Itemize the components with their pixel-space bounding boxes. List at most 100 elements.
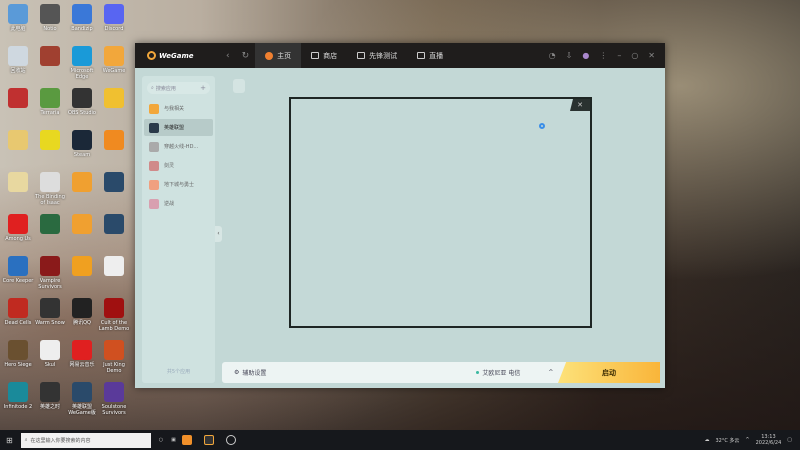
desktop-icon[interactable]: Notio — [34, 4, 66, 32]
sidebar-item[interactable]: 地下城与勇士 — [144, 176, 213, 193]
app-icon — [72, 4, 92, 24]
tab-live[interactable]: 直播 — [407, 43, 453, 68]
taskbar-app-1[interactable] — [181, 435, 192, 445]
app-icon — [72, 46, 92, 66]
app-icon — [40, 256, 60, 276]
close-button[interactable]: ✕ — [648, 51, 655, 60]
desktop-icon[interactable]: 腾讯QQ — [66, 298, 98, 326]
desktop-icon[interactable] — [98, 88, 130, 110]
desktop-icon[interactable]: 此电脑 — [2, 4, 34, 32]
assist-settings-button[interactable]: 辅助设置 — [242, 368, 266, 377]
app-icon — [104, 4, 124, 24]
desktop-icon[interactable]: Skul — [34, 340, 66, 368]
popup-close-button[interactable]: ✕ — [570, 99, 590, 111]
app-icon — [72, 172, 92, 192]
desktop-icon[interactable]: 回收站 — [2, 46, 34, 74]
desktop-icon[interactable]: Microsoft Edge — [66, 46, 98, 80]
search-input[interactable]: ⌕ 搜索应用 + — [147, 82, 210, 94]
desktop-icon[interactable] — [66, 256, 98, 278]
download-icon[interactable]: ⇩ — [566, 51, 573, 60]
sidebar-item[interactable]: 英雄联盟 — [144, 119, 213, 136]
desktop-icon[interactable]: 英雄之时 — [34, 382, 66, 410]
launch-bar: ⚙ 辅助设置 艾欧尼亚 电信 ^ 启动 — [222, 362, 660, 383]
desktop-icon[interactable]: Vampire Survivors — [34, 256, 66, 290]
sidebar-item[interactable]: 与我相关 — [144, 100, 213, 117]
game-icon — [149, 103, 159, 114]
desktop-icon[interactable]: Bandizip — [66, 4, 98, 32]
app-icon — [72, 88, 92, 108]
desktop-icon[interactable] — [66, 172, 98, 194]
desktop-icon[interactable] — [2, 130, 34, 152]
clock[interactable]: 13:13 2022/6/24 — [756, 434, 782, 446]
sidebar-item[interactable]: 剑灵 — [144, 157, 213, 174]
cortana-icon[interactable]: ○ — [159, 437, 163, 443]
desktop-icon[interactable] — [66, 214, 98, 236]
taskbar-search-input[interactable]: ⌕ 在这里输入你要搜索的内容 — [20, 432, 151, 448]
taskbar-wegame[interactable] — [203, 435, 214, 445]
app-icon — [40, 46, 60, 66]
desktop-icon[interactable]: Dead Cells — [2, 298, 34, 326]
maximize-button[interactable]: ○ — [631, 51, 638, 60]
desktop-icon[interactable]: Soulstone Survivors — [98, 382, 130, 416]
refresh-button[interactable]: ↻ — [236, 51, 256, 61]
chevron-up-icon[interactable]: ^ — [548, 369, 553, 376]
desktop-icon[interactable]: OBS Studio — [66, 88, 98, 116]
desktop-icon[interactable] — [98, 172, 130, 194]
desktop-icon[interactable] — [98, 214, 130, 236]
desktop-icon[interactable] — [34, 130, 66, 152]
desktop-icon[interactable]: Cult of the Lamb Demo — [98, 298, 130, 332]
notification-icon[interactable]: ▢ — [787, 437, 792, 443]
desktop-icon[interactable]: Warm Snow — [34, 298, 66, 326]
add-app-button[interactable]: + — [200, 84, 206, 92]
tab-home[interactable]: 主页 — [255, 43, 302, 68]
avatar[interactable]: ● — [582, 51, 589, 60]
desktop-icon[interactable]: Discord — [98, 4, 130, 32]
weather[interactable]: 32°C 多云 — [715, 437, 739, 444]
menu-icon[interactable]: ⋮ — [599, 51, 607, 60]
desktop-icon[interactable] — [2, 172, 34, 194]
desktop-icon[interactable]: Hero Siege — [2, 340, 34, 368]
windows-start-icon[interactable]: ⊞ — [6, 436, 13, 445]
app-icon — [72, 382, 92, 402]
desktop-icon[interactable] — [2, 88, 34, 110]
gear-icon[interactable]: ⚙ — [234, 369, 239, 376]
taskbar-obs[interactable] — [225, 435, 236, 445]
app-icon — [8, 4, 28, 24]
friends-icon[interactable]: ◔ — [549, 51, 556, 60]
app-icon — [72, 214, 92, 234]
desktop-icon[interactable]: Steam — [66, 130, 98, 158]
app-icon — [104, 88, 124, 108]
desktop-icon[interactable]: 网易云音乐 — [66, 340, 98, 368]
sidebar-item[interactable]: 逆战 — [144, 195, 213, 212]
launch-button[interactable]: 启动 — [558, 362, 660, 383]
desktop-icon[interactable]: 英雄联盟WeGame版 — [66, 382, 98, 416]
desktop-icon[interactable]: The Binding of Isaac — [34, 172, 66, 206]
task-view-icon[interactable]: ▣ — [171, 437, 176, 443]
sidebar-item[interactable]: 穿越火线-HD... — [144, 138, 213, 155]
desktop-icon[interactable]: Infinitode 2 — [2, 382, 34, 410]
desktop-icon[interactable] — [98, 130, 130, 152]
tab-store[interactable]: 商店 — [301, 43, 347, 68]
app-icon — [40, 130, 60, 150]
app-icon — [40, 298, 60, 318]
desktop-icon[interactable]: Just King Demo — [98, 340, 130, 374]
app-icon — [104, 298, 124, 318]
tab-beta[interactable]: 先锋测试 — [347, 43, 407, 68]
desktop-icon[interactable] — [98, 256, 130, 278]
minimize-button[interactable]: – — [617, 51, 621, 60]
server-select[interactable]: 艾欧尼亚 电信 — [482, 368, 520, 377]
app-icon — [8, 382, 28, 402]
back-button[interactable]: ‹ — [220, 51, 236, 61]
tray-chevron-icon[interactable]: ^ — [745, 437, 749, 443]
game-icon — [149, 141, 159, 152]
desktop-icon[interactable]: Terraria — [34, 88, 66, 116]
collapse-sidebar-button[interactable]: ‹ — [215, 226, 222, 242]
desktop-icon[interactable] — [34, 46, 66, 68]
desktop-icon[interactable]: Core Keeper — [2, 256, 34, 284]
game-logo-icon — [233, 79, 245, 93]
desktop-icon[interactable]: Among Us — [2, 214, 34, 242]
wegame-logo: WeGame — [135, 51, 220, 60]
desktop-icon[interactable]: WeGame — [98, 46, 130, 74]
desktop-icon[interactable] — [34, 214, 66, 236]
taskbar: ⊞ ⌕ 在这里输入你要搜索的内容 ○ ▣ ☁ 32°C 多云 ^ 13:13 202… — [0, 430, 800, 450]
